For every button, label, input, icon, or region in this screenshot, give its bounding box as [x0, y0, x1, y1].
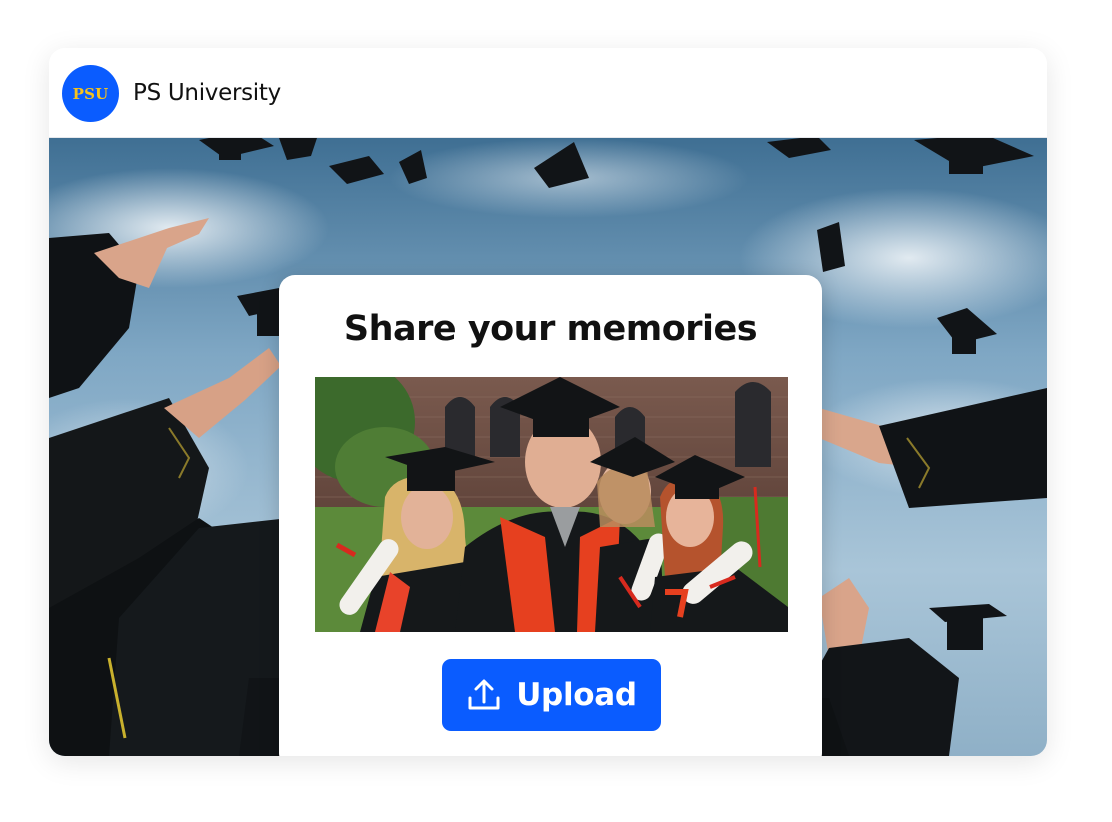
memory-photo: [315, 377, 788, 632]
logo-text: PSU: [72, 84, 109, 103]
upload-icon: [468, 679, 500, 710]
share-memories-dialog: Share your memories Upload: [279, 275, 822, 756]
upload-button[interactable]: Upload: [442, 659, 661, 731]
university-logo[interactable]: PSU: [62, 65, 119, 122]
hero-background-image: Share your memories Upload: [49, 138, 1047, 756]
header: PSU PS University: [49, 48, 1047, 138]
upload-button-label: Upload: [516, 677, 637, 713]
graduates-selfie-photo: [315, 377, 788, 632]
dialog-title: Share your memories: [343, 309, 758, 349]
brand-name: PS University: [133, 80, 281, 106]
app-window: PSU PS University Share your memories Up…: [49, 48, 1047, 756]
